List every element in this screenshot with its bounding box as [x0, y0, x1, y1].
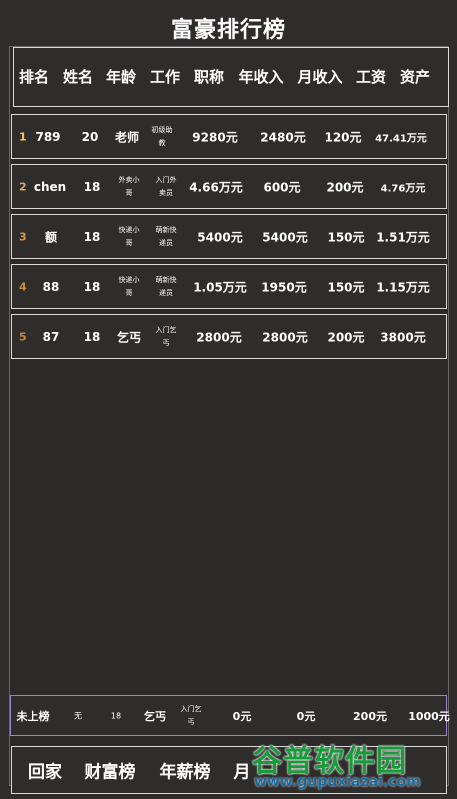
row-name: 789 — [35, 129, 61, 144]
row-monthly: 2800元 — [262, 330, 308, 344]
row-annual: 9280元 — [192, 130, 238, 144]
row-rank: 4 — [19, 280, 27, 293]
row-assets: 1.51万元 — [376, 230, 430, 244]
header-salary: 工资 — [355, 68, 387, 86]
table-row: 1 789 20 老师 初级助教 9280元 2480元 120元 47.41万… — [11, 114, 447, 159]
leaderboard-page: 富豪排行榜 排名 姓名 年龄 工作 职称 年收入 月收入 工资 资产 1 789… — [0, 0, 457, 799]
row-title: 萌新快递员 — [155, 275, 177, 297]
tab-home[interactable]: 回家 — [28, 758, 62, 783]
row-title: 入门乞丐 — [155, 325, 177, 347]
tab-wealth-ranking[interactable]: 财富榜 — [85, 758, 136, 783]
row-age: 18 — [83, 179, 101, 194]
row-job: 快递小哥 — [118, 225, 140, 247]
row-annual: 2800元 — [196, 330, 242, 344]
row-rank: 3 — [19, 230, 27, 243]
my-age: 18 — [110, 711, 122, 720]
row-name: 额 — [44, 230, 58, 244]
row-assets: 1.15万元 — [376, 280, 430, 294]
row-job: 老师 — [114, 130, 140, 144]
row-assets: 47.41万元 — [375, 133, 427, 144]
row-title: 入门外卖员 — [155, 175, 177, 197]
header-age: 年龄 — [105, 68, 137, 86]
tab-monthly-ranking[interactable]: 月 — [234, 758, 251, 783]
my-rank: 未上榜 — [16, 709, 50, 723]
row-name: chen — [33, 179, 67, 194]
row-monthly: 2480元 — [260, 130, 306, 144]
my-salary: 200元 — [353, 709, 387, 723]
row-annual: 4.66万元 — [189, 180, 243, 194]
row-salary: 200元 — [327, 330, 365, 344]
header-assets: 资产 — [399, 68, 431, 86]
my-job: 乞丐 — [144, 709, 166, 723]
row-monthly: 600元 — [263, 180, 301, 194]
table-row: 4 88 18 快递小哥 萌新快递员 1.05万元 1950元 150元 1.1… — [11, 264, 447, 309]
row-assets: 3800元 — [380, 330, 426, 344]
row-title: 初级助教 — [151, 125, 173, 147]
row-name: 88 — [42, 279, 60, 294]
header-annual-income: 年收入 — [238, 68, 284, 86]
site-watermark: 谷普软件园 www.gupuxiazai.com — [250, 736, 455, 798]
row-rank: 1 — [19, 130, 27, 143]
watermark-url: www.gupuxiazai.com — [254, 774, 421, 790]
row-rank: 2 — [19, 180, 27, 193]
my-assets: 1000元 — [408, 709, 450, 723]
row-monthly: 5400元 — [262, 230, 308, 244]
my-ranking-row: 未上榜 无 18 乞丐 入门乞丐 0元 0元 200元 1000元 — [10, 695, 450, 736]
row-salary: 150元 — [327, 280, 365, 294]
my-title: 入门乞丐 — [180, 704, 202, 726]
row-job: 乞丐 — [116, 330, 142, 344]
row-annual: 5400元 — [197, 230, 243, 244]
row-age: 20 — [81, 129, 99, 144]
row-salary: 120元 — [324, 130, 362, 144]
header-job: 工作 — [149, 68, 181, 86]
header-monthly-income: 月收入 — [297, 68, 343, 86]
tab-annual-salary-ranking[interactable]: 年薪榜 — [160, 758, 211, 783]
row-monthly: 1950元 — [261, 280, 307, 294]
row-age: 18 — [83, 329, 101, 344]
table-row: 5 87 18 乞丐 入门乞丐 2800元 2800元 200元 3800元 — [11, 314, 447, 359]
row-assets: 4.76万元 — [380, 183, 426, 194]
header-title: 职称 — [193, 68, 225, 86]
row-job: 外卖小哥 — [118, 175, 140, 197]
row-name: 87 — [42, 329, 60, 344]
header-name: 姓名 — [62, 68, 94, 86]
my-name: 无 — [74, 711, 82, 720]
row-annual: 1.05万元 — [193, 280, 247, 294]
row-age: 18 — [83, 229, 101, 244]
row-rank: 5 — [19, 330, 27, 343]
table-row: 2 chen 18 外卖小哥 入门外卖员 4.66万元 600元 200元 4.… — [11, 164, 447, 209]
row-salary: 150元 — [327, 230, 365, 244]
row-salary: 200元 — [326, 180, 364, 194]
my-monthly: 0元 — [296, 709, 316, 723]
table-row: 3 额 18 快递小哥 萌新快递员 5400元 5400元 150元 1.51万… — [11, 214, 447, 259]
my-annual: 0元 — [232, 709, 252, 723]
page-title: 富豪排行榜 — [170, 18, 286, 43]
table-header: 排名 姓名 年龄 工作 职称 年收入 月收入 工资 资产 — [13, 47, 449, 107]
row-age: 18 — [83, 279, 101, 294]
header-rank: 排名 — [18, 68, 50, 86]
row-job: 快递小哥 — [118, 275, 140, 297]
row-title: 萌新快递员 — [155, 225, 177, 247]
